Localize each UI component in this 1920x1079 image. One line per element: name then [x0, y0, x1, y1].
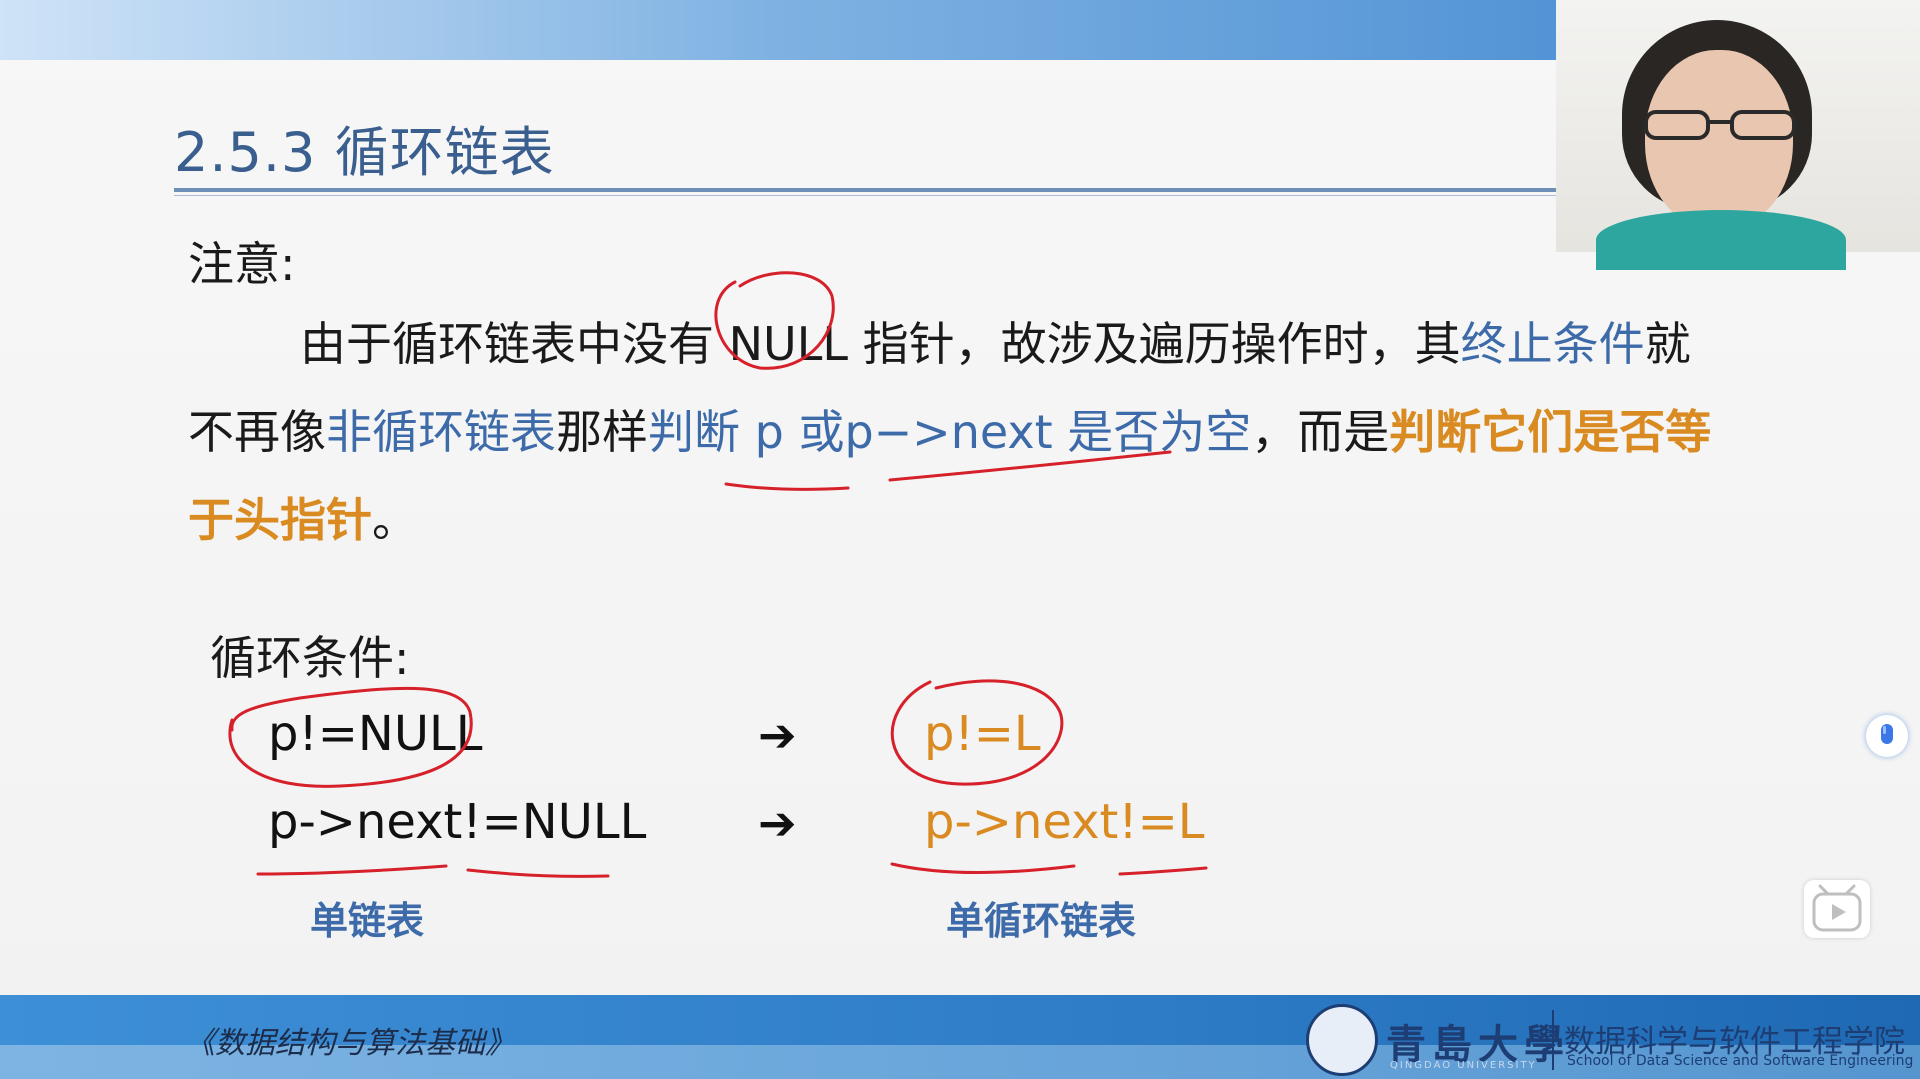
- circle-null: [714, 271, 835, 370]
- footer-divider: [1552, 1010, 1554, 1070]
- book-title: 《数据结构与算法基础》: [185, 1026, 515, 1061]
- play-button[interactable]: [1804, 880, 1870, 938]
- underline-right-b: [1118, 866, 1208, 876]
- underline-judge-p: [724, 482, 850, 491]
- underline-left-b: [466, 868, 610, 878]
- school-name-en: School of Data Science and Software Engi…: [1567, 1053, 1914, 1069]
- circle-p-not-null: [228, 686, 473, 788]
- microphone-icon: [1881, 724, 1893, 744]
- university-seal-icon: [1306, 1004, 1378, 1076]
- glasses-icon: [1644, 110, 1796, 140]
- webcam-person-shirt: [1596, 210, 1846, 270]
- microphone-button[interactable]: [1866, 715, 1908, 757]
- underline-pnext: [888, 450, 1172, 482]
- circle-p-not-l: [890, 679, 1064, 786]
- university-name-en: QINGDAO UNIVERSITY: [1390, 1060, 1537, 1071]
- play-icon: [1812, 884, 1862, 932]
- underline-right-a: [890, 862, 1076, 874]
- underline-left-a: [256, 864, 448, 876]
